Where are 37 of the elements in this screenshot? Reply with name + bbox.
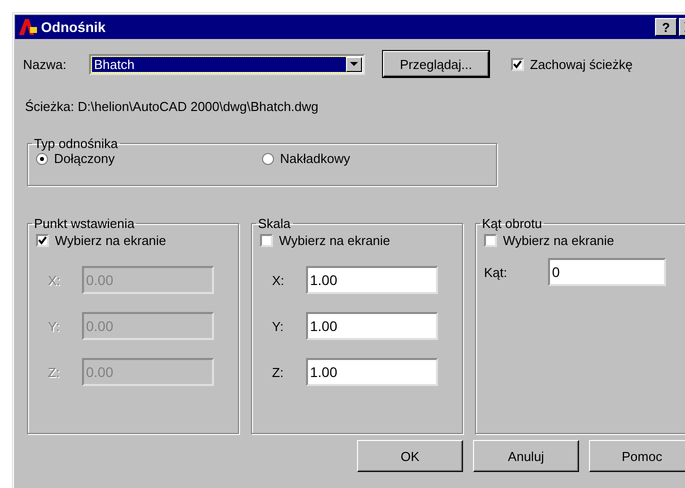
field-label: Y: — [272, 318, 285, 334]
checkbox[interactable] — [36, 234, 49, 247]
group-title: Skala — [257, 216, 292, 231]
field-label: Kąt: — [484, 264, 508, 280]
checkbox[interactable] — [484, 234, 497, 247]
checkbox-label: Zachowaj ścieżkę — [530, 56, 633, 72]
radio-label: Dołączony — [54, 151, 115, 166]
group-title: Punkt wstawienia — [33, 216, 136, 231]
group-title: Kąt obrotu — [481, 216, 543, 231]
input-field[interactable]: 0 — [548, 258, 666, 286]
path-text: Ścieżka: D:\helion\AutoCAD 2000\dwg\Bhatch.dwg — [25, 99, 320, 114]
field-label: X: — [272, 272, 286, 288]
group-title: Typ odnośnika — [33, 136, 119, 151]
field-label: Z: — [272, 364, 285, 380]
checkbox-label: Wybierz na ekranie — [55, 233, 166, 248]
input-field[interactable]: 1.00 — [306, 266, 438, 294]
help-button[interactable]: ? — [655, 18, 677, 36]
field-label: Z: — [48, 364, 61, 380]
dialog-button[interactable]: Pomoc — [589, 440, 685, 472]
checkbox-label: Wybierz na ekranie — [503, 233, 614, 248]
field-label: Y: — [48, 318, 61, 334]
name-dropdown[interactable]: Bhatch — [89, 54, 365, 74]
checkbox[interactable] — [260, 234, 273, 247]
radio-label: Nakładkowy — [280, 151, 350, 166]
dialog-button[interactable]: Anuluj — [473, 440, 579, 472]
checkbox-label: Wybierz na ekranie — [279, 233, 390, 248]
field-label: X: — [48, 272, 62, 288]
radio-button[interactable] — [36, 152, 48, 164]
browse-button[interactable]: Przeglądaj... — [383, 51, 489, 77]
name-label: Nazwa: — [23, 56, 68, 72]
radio-button[interactable] — [262, 152, 274, 164]
app-icon — [18, 18, 38, 36]
window-title: Odnośnik — [41, 19, 106, 35]
input-field[interactable]: 1.00 — [306, 312, 438, 340]
input-field[interactable]: 1.00 — [306, 358, 438, 386]
checkbox[interactable] — [511, 58, 524, 70]
dialog-button[interactable]: OK — [357, 440, 463, 472]
